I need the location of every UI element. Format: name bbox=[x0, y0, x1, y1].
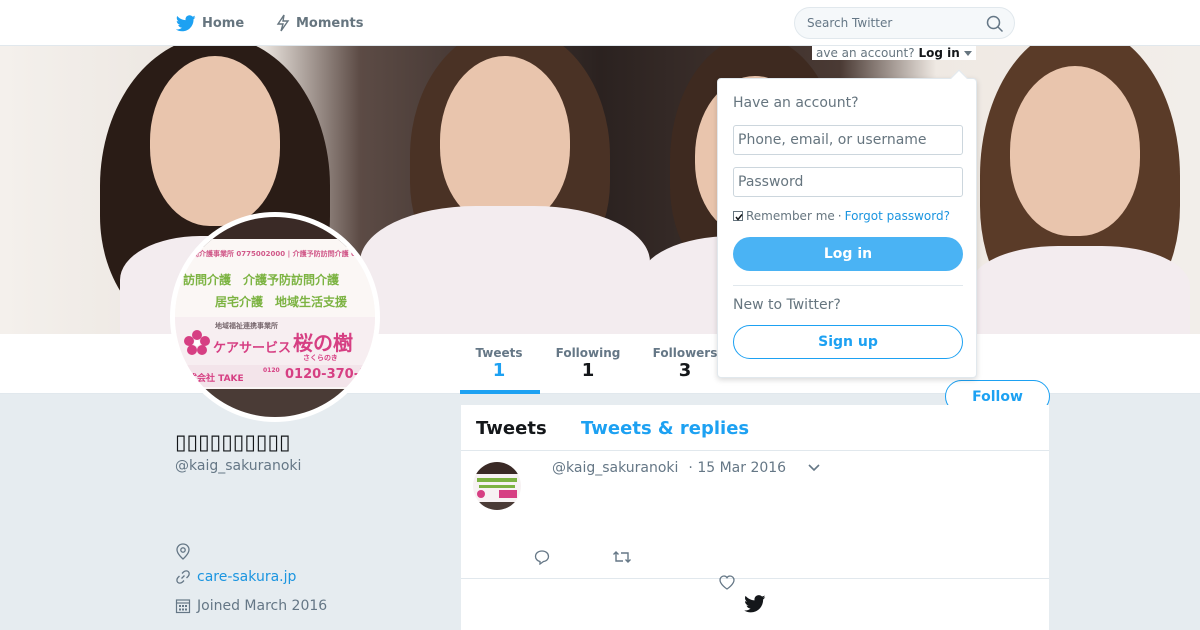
tweet[interactable]: @kaig_sakuranoki · 15 Mar 2016 bbox=[461, 451, 1049, 590]
stat-tweets[interactable]: Tweets 1 bbox=[470, 346, 528, 381]
stat-label: Tweets bbox=[475, 346, 523, 360]
timeline-tabs: Tweets Tweets & replies bbox=[461, 405, 1049, 451]
forgot-password-link[interactable]: Forgot password? bbox=[845, 209, 950, 223]
lightning-icon bbox=[276, 14, 290, 32]
sign-brand: 桜の樹 bbox=[293, 331, 353, 355]
login-hint: ave an account? Log in bbox=[812, 46, 976, 60]
sign-top-line: 訪問介護事業所 0775002000 | 介護予防訪問介護 0775002000 bbox=[185, 250, 380, 258]
remember-me-label: Remember me bbox=[746, 209, 835, 223]
search-placeholder: Search Twitter bbox=[807, 16, 893, 30]
nav-moments[interactable]: Moments bbox=[276, 0, 363, 46]
login-button[interactable]: Log in bbox=[733, 237, 963, 271]
tweet-header: @kaig_sakuranoki · 15 Mar 2016 bbox=[552, 460, 820, 476]
chevron-down-icon[interactable] bbox=[808, 464, 820, 472]
login-dropdown-title: Have an account? bbox=[733, 95, 859, 111]
stat-label: Following bbox=[555, 346, 621, 360]
sign-phone: 0120-370-39 bbox=[285, 367, 378, 382]
remember-me-checkbox[interactable] bbox=[733, 211, 743, 221]
stat-value: 3 bbox=[678, 360, 692, 381]
sign-freedial: 0120 bbox=[263, 367, 280, 374]
stat-followers[interactable]: Followers 3 bbox=[650, 346, 720, 381]
reply-icon[interactable] bbox=[534, 549, 550, 565]
sign-row1: 訪問介護 介護予防訪問介護 bbox=[183, 273, 340, 287]
twitter-bird-icon bbox=[176, 14, 196, 31]
login-toggle[interactable]: Log in bbox=[918, 46, 959, 60]
tweet-avatar[interactable] bbox=[473, 462, 521, 510]
twitter-bird-icon bbox=[744, 595, 766, 613]
nav-moments-label: Moments bbox=[296, 15, 364, 31]
remember-separator: · bbox=[837, 209, 842, 223]
sign-company: 株式会社 TAKE bbox=[179, 374, 244, 384]
sign-reading: さくらのき bbox=[303, 354, 338, 362]
active-stat-underline bbox=[460, 390, 540, 394]
stat-value: 1 bbox=[581, 360, 595, 381]
tweet-date[interactable]: · 15 Mar 2016 bbox=[688, 460, 786, 476]
retweet-icon[interactable] bbox=[612, 549, 632, 565]
dropdown-divider bbox=[733, 285, 963, 286]
username-field[interactable]: Phone, email, or username bbox=[733, 125, 963, 155]
new-to-twitter-label: New to Twitter? bbox=[733, 297, 841, 313]
remember-row: Remember me · Forgot password? bbox=[733, 209, 950, 223]
login-hint-text: ave an account? bbox=[816, 46, 915, 60]
sign-row2: 居宅介護 地域生活支援 bbox=[215, 295, 348, 309]
location-pin-icon bbox=[176, 543, 190, 560]
search-input[interactable]: Search Twitter bbox=[794, 7, 1015, 39]
profile-handle: @kaig_sakuranoki bbox=[175, 458, 302, 474]
sakura-flower-icon bbox=[184, 330, 210, 355]
tab-tweets[interactable]: Tweets bbox=[476, 418, 547, 439]
stat-label: Followers bbox=[652, 346, 718, 360]
profile-joined-text: Joined March 2016 bbox=[197, 597, 328, 614]
nav-home-label: Home bbox=[202, 15, 245, 31]
signup-button[interactable]: Sign up bbox=[733, 325, 963, 359]
sign-small: 地域福祉連携事業所 bbox=[215, 322, 278, 330]
stat-value: 1 bbox=[492, 360, 506, 381]
sign-service: ケアサービス bbox=[213, 341, 292, 356]
nav-home[interactable]: Home bbox=[176, 0, 244, 46]
caret-down-icon[interactable] bbox=[963, 51, 972, 57]
profile-avatar[interactable]: 訪問介護事業所 0775002000 | 介護予防訪問介護 0775002000… bbox=[170, 212, 380, 422]
top-nav: Home Moments Search Twitter bbox=[0, 0, 1200, 46]
tab-tweets-replies[interactable]: Tweets & replies bbox=[581, 418, 749, 439]
checkmark-icon bbox=[735, 214, 743, 221]
tweet-handle[interactable]: @kaig_sakuranoki bbox=[552, 460, 678, 476]
password-field[interactable]: Password bbox=[733, 167, 963, 197]
profile-display-name: ▯▯▯▯▯▯▯▯▯▯ bbox=[175, 430, 291, 454]
profile-location bbox=[175, 543, 197, 560]
login-dropdown: Have an account? Phone, email, or userna… bbox=[717, 69, 977, 378]
stat-following[interactable]: Following 1 bbox=[554, 346, 622, 381]
link-icon bbox=[176, 570, 190, 584]
profile-website-link[interactable]: care-sakura.jp bbox=[197, 569, 296, 585]
timeline: Tweets Tweets & replies @kaig_sakuranoki… bbox=[461, 405, 1049, 630]
profile-joined: Joined March 2016 bbox=[175, 597, 327, 614]
heart-icon[interactable] bbox=[719, 575, 735, 590]
calendar-icon bbox=[175, 599, 191, 614]
search-icon[interactable] bbox=[986, 15, 1004, 33]
profile-website: care-sakura.jp bbox=[175, 569, 296, 585]
